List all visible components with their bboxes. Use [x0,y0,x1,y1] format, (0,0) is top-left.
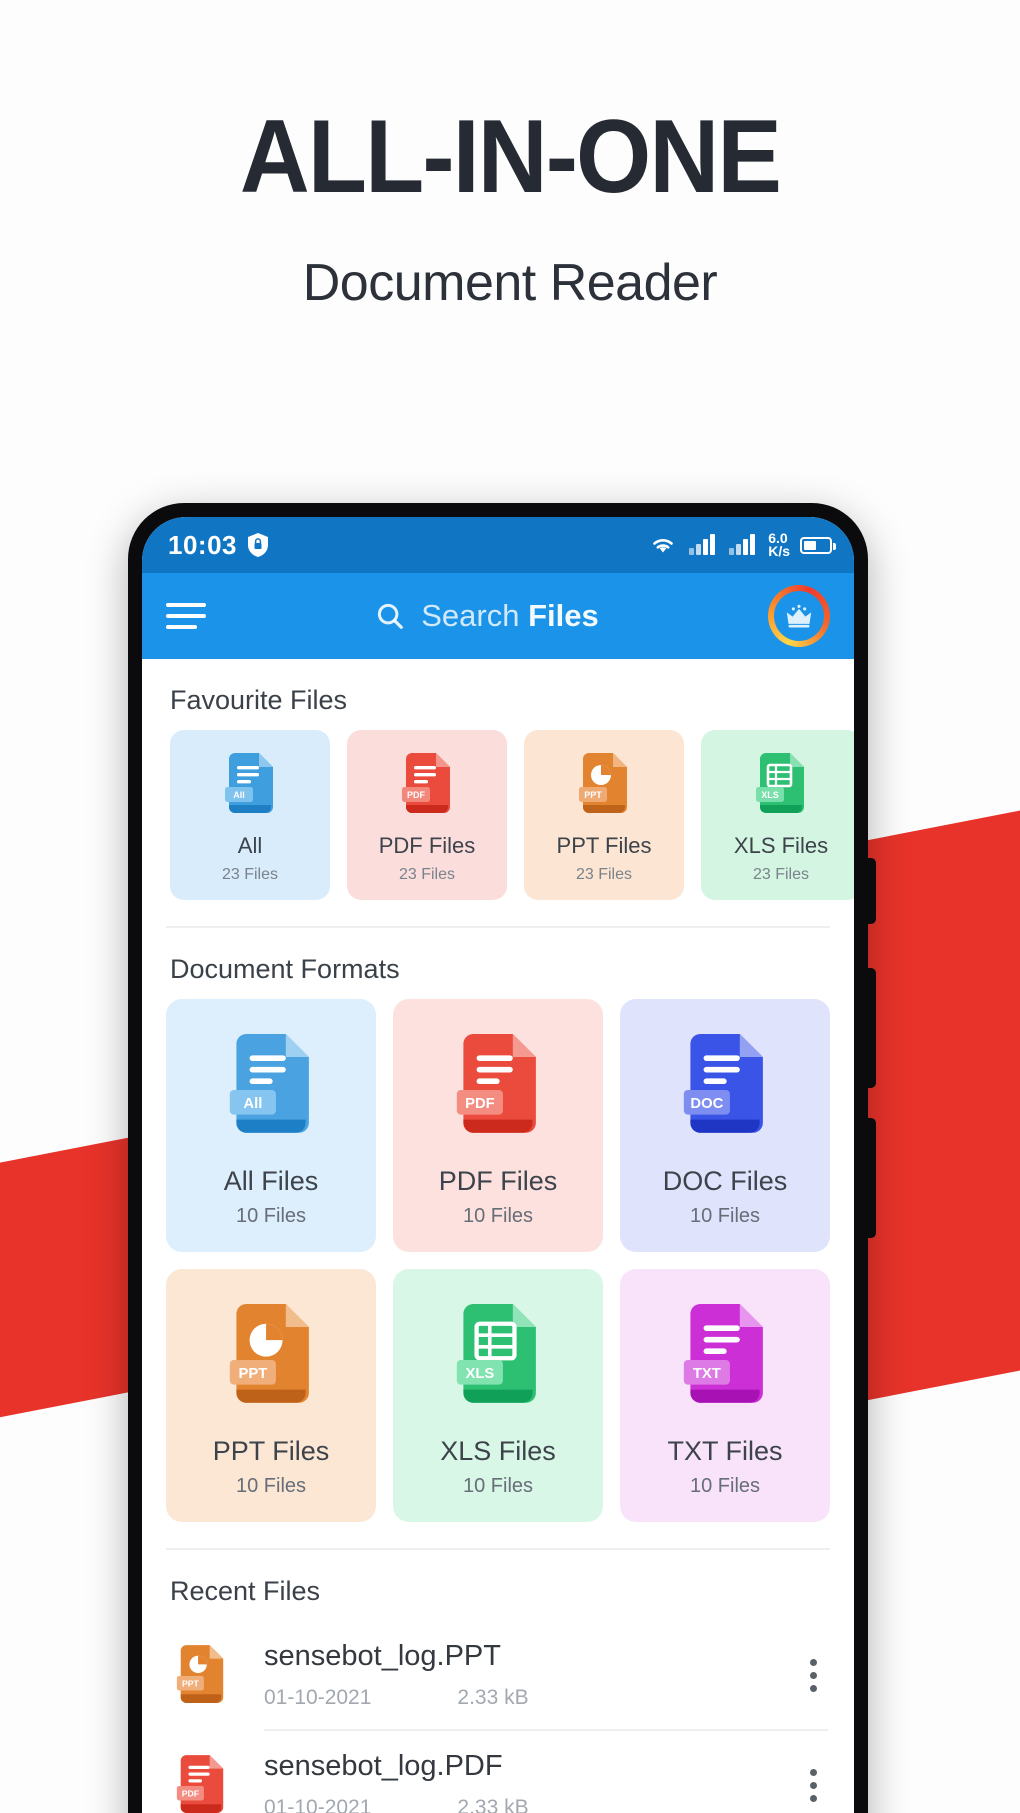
data-rate-unit: K/s [768,543,790,559]
svg-text:PPT: PPT [584,790,602,800]
screen-content: Favourite Files All All 23 Files PDF PDF… [142,659,854,1813]
favourite-card-count: 23 Files [575,866,633,883]
format-card-label: PPT Files [212,1436,330,1466]
svg-text:XLS: XLS [465,1366,494,1382]
favourites-row[interactable]: All All 23 Files PDF PDF Files 23 Files … [142,730,854,900]
ppt-file-icon: PPT [176,1645,224,1703]
svg-text:All: All [233,790,245,800]
search-icon [378,603,404,629]
xls-file-icon: XLS [456,1303,536,1403]
list-item[interactable]: PDF sensebot_log.PDF 01-10-2021 2.33 kB [142,1731,854,1813]
file-date: 01-10-2021 [264,1796,372,1813]
kebab-menu-icon[interactable] [798,1658,828,1692]
pdf-file-icon: PDF [456,1033,536,1133]
format-card-xls[interactable]: XLS XLS Files 10 Files [393,1269,603,1522]
kebab-menu-icon[interactable] [798,1768,828,1802]
format-card-ppt[interactable]: PPT PPT Files 10 Files [166,1269,376,1522]
format-card-label: TXT Files [667,1436,783,1466]
data-rate-indicator: 6.0 K/s [768,531,790,559]
svg-text:PDF: PDF [407,790,426,800]
promo-text-block: ALL-IN-ONE Document Reader [0,0,1020,313]
favourite-card-label: All [237,833,263,858]
favourite-card-ppt[interactable]: PPT PPT Files 23 Files [524,730,684,900]
favourite-card-label: PDF Files [378,833,476,858]
format-card-label: All Files [223,1166,319,1196]
file-name: sensebot_log.PPT [264,1640,501,1672]
svg-text:All: All [243,1096,262,1112]
format-card-pdf[interactable]: PDF PDF Files 10 Files [393,999,603,1252]
favourites-title: Favourite Files [170,685,348,715]
svg-text:XLS: XLS [761,790,779,800]
phone-screen: 10:03 6.0 K/s Search Files Favourite Fil… [142,517,854,1813]
search-placeholder-bold: Files [528,598,599,633]
all-file-icon: All [225,753,273,813]
pdf-file-icon: PDF [402,753,450,813]
format-card-count: 10 Files [689,1475,761,1497]
search-placeholder: Search Files [421,598,599,634]
file-name: sensebot_log.PDF [264,1750,503,1782]
promo-page: ALL-IN-ONE Document Reader 10:03 6.0 K/s… [0,0,1020,1813]
format-card-label: PDF Files [438,1166,558,1196]
page-title: ALL-IN-ONE [239,99,782,215]
battery-icon [800,536,836,554]
xls-file-icon: XLS [756,753,804,813]
file-size: 2.33 kB [457,1796,529,1813]
hamburger-menu-icon[interactable] [166,603,206,629]
format-card-doc[interactable]: DOC DOC Files 10 Files [620,999,830,1252]
crown-icon [786,604,812,628]
favourite-card-label: PPT Files [556,833,652,858]
format-card-label: XLS Files [440,1436,556,1466]
search-placeholder-light: Search [421,598,529,633]
svg-text:PPT: PPT [238,1366,267,1382]
signal-bars-icon [729,534,756,555]
document-formats-grid: All All Files 10 Files PDF PDF Files 10 … [142,999,854,1522]
favourite-card-xls[interactable]: XLS XLS Files 23 Files [701,730,854,900]
all-file-icon: All [229,1033,309,1133]
svg-text:PPT: PPT [182,1679,200,1689]
txt-file-icon: TXT [683,1303,763,1403]
phone-button-volume-down [867,1118,876,1238]
file-date: 01-10-2021 [264,1686,372,1709]
format-card-txt[interactable]: TXT TXT Files 10 Files [620,1269,830,1522]
wifi-icon [653,539,674,553]
file-size: 2.33 kB [457,1686,529,1709]
phone-button-volume-up [867,968,876,1088]
recent-files-title: Recent Files [170,1576,321,1606]
status-time: 10:03 [168,529,237,560]
format-card-count: 10 Files [462,1205,534,1227]
ppt-file-icon: PPT [229,1303,309,1403]
svg-text:DOC: DOC [690,1096,723,1112]
favourite-card-count: 23 Files [221,866,279,883]
app-bar: Search Files [142,573,854,659]
svg-text:PDF: PDF [465,1096,495,1112]
svg-text:PDF: PDF [182,1789,199,1799]
doc-file-icon: DOC [683,1033,763,1133]
signal-bars-icon [689,534,716,555]
phone-button-mute [867,858,876,924]
ppt-file-icon: PPT [579,753,627,813]
page-subtitle: Document Reader [302,254,718,312]
favourite-card-all[interactable]: All All 23 Files [170,730,330,900]
format-card-count: 10 Files [235,1205,307,1227]
format-card-count: 10 Files [462,1475,534,1497]
format-card-label: DOC Files [662,1166,788,1196]
format-card-all[interactable]: All All Files 10 Files [166,999,376,1252]
pdf-file-icon: PDF [176,1755,224,1813]
status-bar: 10:03 6.0 K/s [142,517,854,573]
favourite-card-count: 23 Files [752,866,810,883]
shield-lock-icon [248,533,268,557]
favourite-card-pdf[interactable]: PDF PDF Files 23 Files [347,730,507,900]
svg-text:TXT: TXT [693,1366,721,1382]
format-card-count: 10 Files [235,1475,307,1497]
favourite-card-label: XLS Files [733,833,829,858]
document-formats-title: Document Formats [170,954,400,984]
list-item[interactable]: PPT sensebot_log.PPT 01-10-2021 2.33 kB [142,1621,854,1729]
premium-button[interactable] [768,585,830,647]
search-input[interactable]: Search Files [224,598,750,634]
phone-mockup: 10:03 6.0 K/s Search Files Favourite Fil… [128,503,876,1813]
format-card-count: 10 Files [689,1205,761,1227]
favourite-card-count: 23 Files [398,866,456,883]
